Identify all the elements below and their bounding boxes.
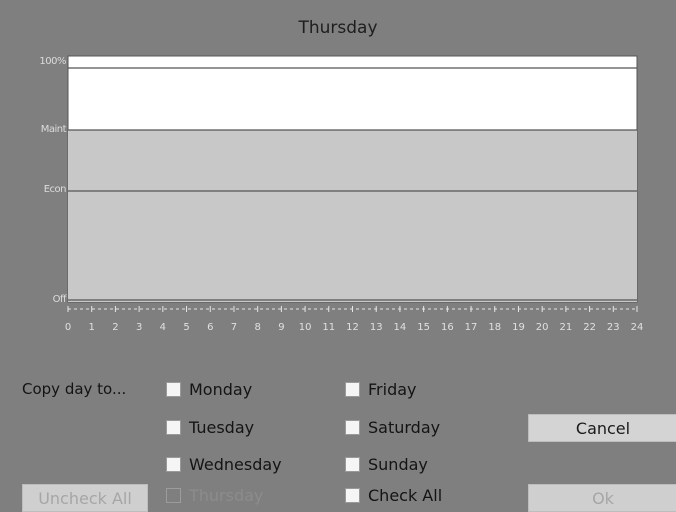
monday-label: Monday bbox=[189, 380, 253, 399]
x-tick-label: 4 bbox=[160, 322, 166, 333]
check-all-label: Check All bbox=[368, 486, 443, 505]
x-tick-label: 8 bbox=[254, 322, 260, 333]
x-tick-label: 22 bbox=[583, 322, 596, 333]
x-tick-label: 7 bbox=[231, 322, 237, 333]
checkbox-box[interactable] bbox=[166, 382, 181, 397]
x-tick-label: 6 bbox=[207, 322, 213, 333]
cancel-button[interactable]: Cancel bbox=[528, 414, 676, 442]
x-tick-label: 20 bbox=[536, 322, 549, 333]
monday-checkbox[interactable]: Monday bbox=[166, 380, 252, 399]
tuesday-checkbox[interactable]: Tuesday bbox=[166, 418, 254, 437]
friday-label: Friday bbox=[368, 380, 417, 399]
thursday-checkbox: Thursday bbox=[166, 486, 263, 505]
x-tick-label: 23 bbox=[607, 322, 620, 333]
wednesday-checkbox[interactable]: Wednesday bbox=[166, 455, 282, 474]
x-tick-label: 10 bbox=[299, 322, 312, 333]
wednesday-label: Wednesday bbox=[189, 455, 282, 474]
checkbox-box[interactable] bbox=[345, 420, 360, 435]
friday-checkbox[interactable]: Friday bbox=[345, 380, 417, 399]
schedule-area bbox=[68, 130, 637, 302]
x-tick-label: 0 bbox=[65, 322, 71, 333]
copy-day-label: Copy day to... bbox=[22, 380, 127, 398]
checkbox-box[interactable] bbox=[166, 457, 181, 472]
x-tick-label: 17 bbox=[465, 322, 478, 333]
checkbox-box[interactable] bbox=[345, 488, 360, 503]
uncheck-all-button[interactable]: Uncheck All bbox=[22, 484, 148, 512]
ok-button[interactable]: Ok bbox=[528, 484, 676, 512]
x-tick-label: 3 bbox=[136, 322, 142, 333]
sunday-checkbox[interactable]: Sunday bbox=[345, 455, 428, 474]
saturday-checkbox[interactable]: Saturday bbox=[345, 418, 440, 437]
x-tick-label: 9 bbox=[278, 322, 284, 333]
x-tick-label: 12 bbox=[346, 322, 359, 333]
x-tick-label: 1 bbox=[89, 322, 95, 333]
checkbox-box[interactable] bbox=[345, 457, 360, 472]
x-tick-label: 11 bbox=[322, 322, 335, 333]
tuesday-label: Tuesday bbox=[189, 418, 255, 437]
x-tick-label: 13 bbox=[370, 322, 383, 333]
x-tick-label: 2 bbox=[112, 322, 118, 333]
checkbox-box[interactable] bbox=[166, 420, 181, 435]
checkbox-box[interactable] bbox=[345, 382, 360, 397]
x-tick-label: 14 bbox=[394, 322, 407, 333]
x-tick-label: 15 bbox=[417, 322, 430, 333]
check-all-checkbox[interactable]: Check All bbox=[345, 486, 442, 505]
x-tick-label: 18 bbox=[488, 322, 501, 333]
thursday-label: Thursday bbox=[189, 486, 264, 505]
x-tick-label: 24 bbox=[631, 322, 644, 333]
saturday-label: Saturday bbox=[368, 418, 441, 437]
x-tick-label: 16 bbox=[441, 322, 454, 333]
schedule-chart[interactable]: 0 1 2 3 4 5 6 7 8 9 10 11 12 13 14 15 16 17 18 19 20 21 22 23 24 bbox=[0, 0, 676, 345]
sunday-label: Sunday bbox=[368, 455, 428, 474]
checkbox-box bbox=[166, 488, 181, 503]
x-tick-label: 5 bbox=[183, 322, 189, 333]
x-tick-label: 21 bbox=[560, 322, 573, 333]
x-tick-label: 19 bbox=[512, 322, 525, 333]
